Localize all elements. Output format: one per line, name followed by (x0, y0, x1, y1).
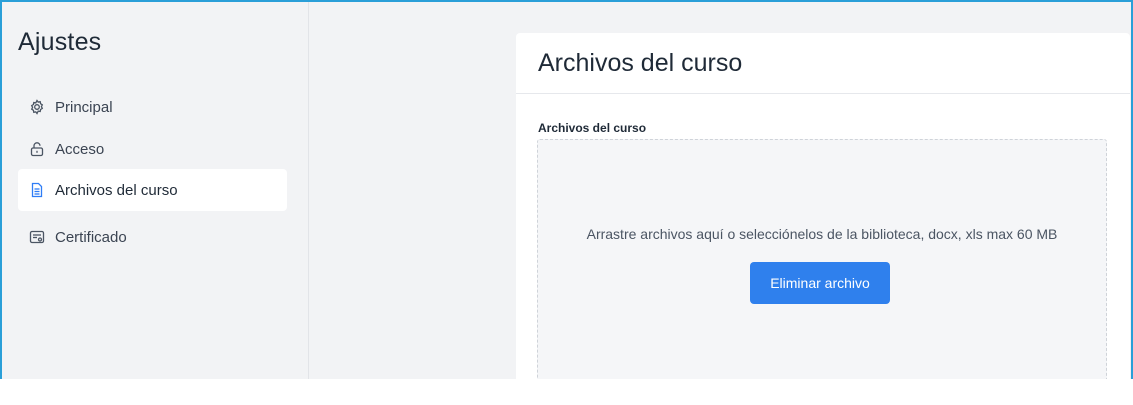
sidebar-item-label: Certificado (55, 228, 127, 246)
settings-window: Ajustes Principal Acceso Archivos del cu… (0, 0, 1133, 379)
sidebar-item-acceso[interactable]: Acceso (18, 128, 287, 170)
lock-icon (28, 140, 46, 158)
sidebar-item-label: Archivos del curso (55, 181, 178, 199)
course-files-card: Archivos del curso Archivos del curso Ar… (516, 33, 1130, 379)
sidebar-item-principal[interactable]: Principal (18, 86, 287, 128)
sidebar-item-label: Acceso (55, 140, 105, 158)
sidebar: Ajustes Principal Acceso Archivos del cu… (2, 2, 309, 379)
field-label: Archivos del curso (538, 121, 647, 135)
delete-file-button[interactable]: Eliminar archivo (750, 262, 890, 304)
sidebar-item-archivos-del-curso[interactable]: Archivos del curso (18, 169, 287, 211)
document-icon (28, 181, 46, 199)
page-title: Archivos del curso (516, 33, 1130, 94)
dropzone-text: Arrastre archivos aquí o selecciónelos d… (586, 226, 1058, 242)
gear-icon (28, 98, 46, 116)
file-dropzone[interactable]: Arrastre archivos aquí o selecciónelos d… (537, 139, 1107, 379)
sidebar-title: Ajustes (18, 28, 102, 56)
sidebar-item-certificado[interactable]: Certificado (18, 216, 287, 258)
sidebar-item-label: Principal (55, 98, 113, 116)
certificate-icon (28, 228, 46, 246)
